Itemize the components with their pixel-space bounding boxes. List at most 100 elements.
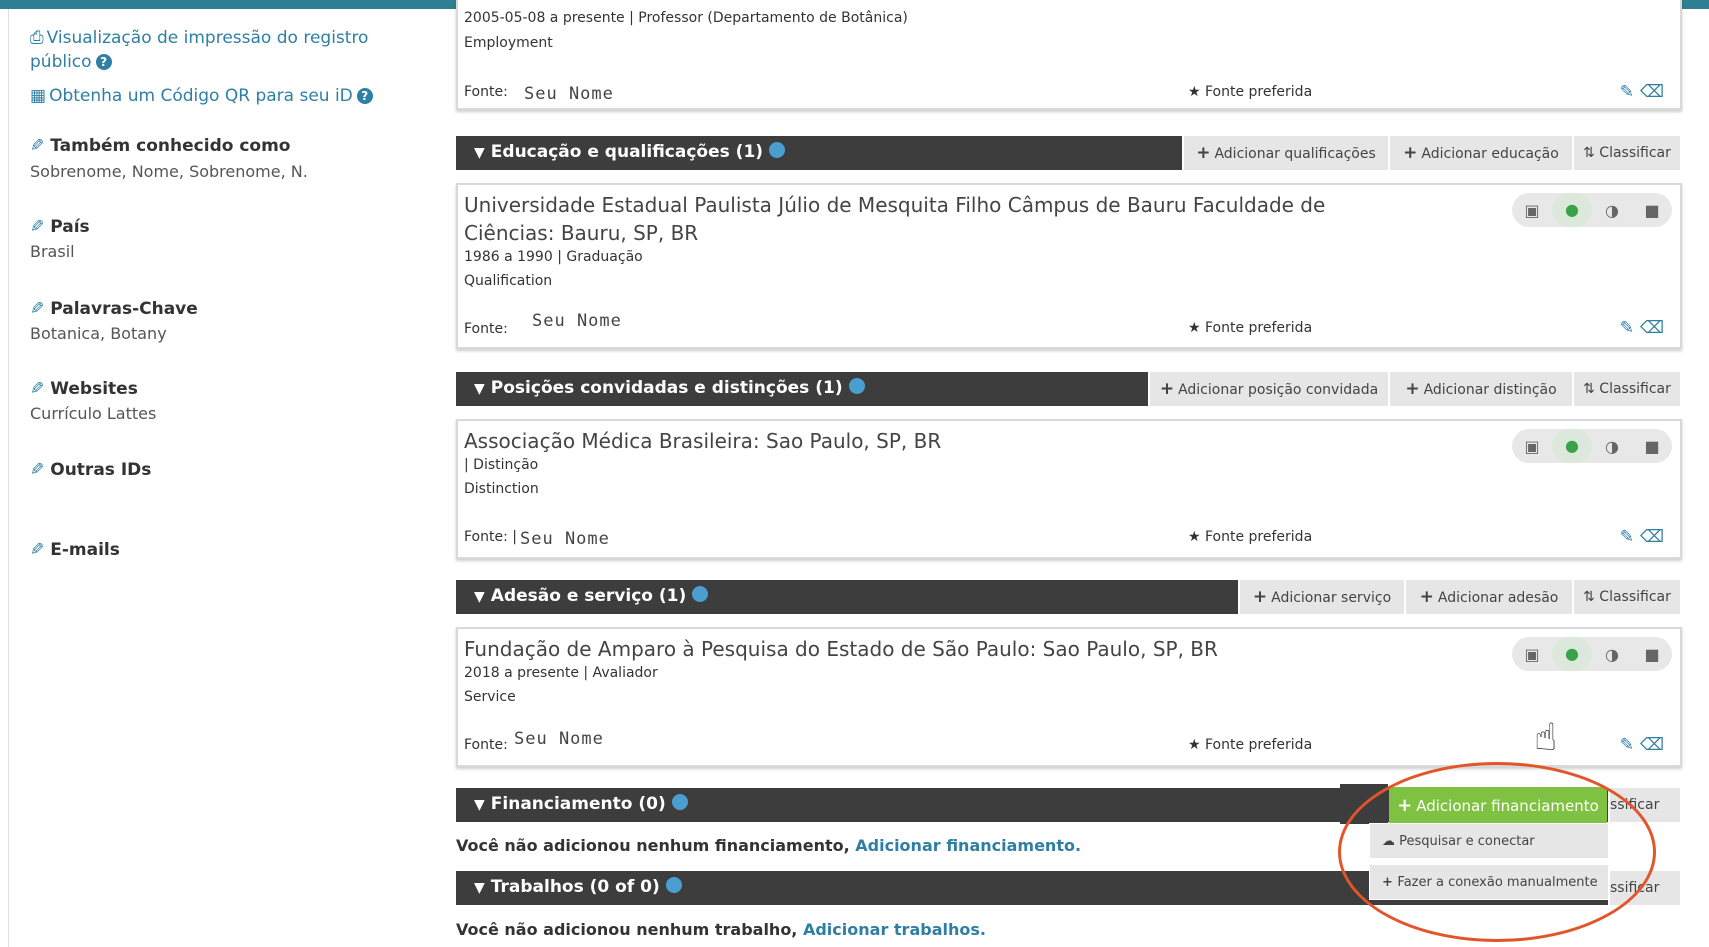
visibility-selector: ▣ ● ◑ ■ xyxy=(1512,429,1672,463)
chevron-down-icon: ▼ xyxy=(474,797,485,813)
source-name: Seu Nome xyxy=(532,311,622,331)
visibility-private-icon[interactable]: ▣ xyxy=(1512,201,1552,220)
pencil-icon[interactable]: ✎ xyxy=(30,540,44,560)
info-icon[interactable] xyxy=(848,378,865,394)
source-label: Fonte: | xyxy=(464,529,517,545)
pencil-icon[interactable]: ✎ xyxy=(1620,527,1640,547)
keywords-value: Botanica, Botany xyxy=(30,324,167,343)
pencil-icon[interactable]: ✎ xyxy=(1620,735,1640,755)
lock-icon[interactable]: ■ xyxy=(1632,437,1672,456)
visibility-private-icon[interactable]: ▣ xyxy=(1512,437,1552,456)
visibility-public-icon[interactable]: ● xyxy=(1552,429,1592,463)
lock-icon[interactable]: ■ xyxy=(1632,201,1672,220)
plus-icon: + xyxy=(1403,143,1418,163)
source-label: Fonte: xyxy=(464,737,508,753)
trash-icon[interactable]: ⌫ xyxy=(1640,318,1670,338)
membership-card-title: Fundação de Amparo à Pesquisa do Estado … xyxy=(464,637,1218,661)
visibility-public-icon[interactable]: ● xyxy=(1552,637,1592,671)
qr-code-label: Obtenha um Código QR para seu iD xyxy=(49,86,353,106)
edit-delete-controls: ✎⌫ xyxy=(1620,527,1670,547)
distinctions-section-header[interactable]: ▼ Posições convidadas e distinções (1) + A… xyxy=(456,372,1680,406)
add-works-link[interactable]: Adicionar trabalhos. xyxy=(803,920,986,939)
sort-button[interactable]: ⇅ Classificar xyxy=(1572,580,1680,614)
other-ids-title[interactable]: ✎ Outras IDs xyxy=(30,460,151,480)
help-icon[interactable]: ? xyxy=(95,54,112,70)
employment-card: 2005-05-08 a presente | Professor (Depar… xyxy=(456,0,1682,110)
membership-card-meta: 2018 a presente | Avaliador xyxy=(464,665,658,681)
visibility-private-icon[interactable]: ▣ xyxy=(1512,645,1552,664)
education-header-label[interactable]: ▼ Educação e qualificações (1) xyxy=(474,142,786,162)
pencil-icon[interactable]: ✎ xyxy=(30,217,44,237)
add-membership-button[interactable]: + Adicionar adesão xyxy=(1404,580,1572,614)
country-title[interactable]: ✎ País xyxy=(30,217,90,237)
visibility-limited-icon[interactable]: ◑ xyxy=(1592,437,1632,456)
visibility-limited-icon[interactable]: ◑ xyxy=(1592,201,1632,220)
pencil-icon[interactable]: ✎ xyxy=(1620,82,1640,102)
plus-icon: + xyxy=(1159,379,1175,399)
lock-icon[interactable]: ■ xyxy=(1632,645,1672,664)
pencil-icon[interactable]: ✎ xyxy=(1620,318,1640,338)
membership-header-label[interactable]: ▼ Adesão e serviço (1) xyxy=(474,586,709,606)
add-funding-link[interactable]: Adicionar financiamento. xyxy=(855,836,1081,855)
trash-icon[interactable]: ⌫ xyxy=(1640,527,1670,547)
plus-icon: + xyxy=(1196,143,1211,163)
emails-title[interactable]: ✎ E-mails xyxy=(30,540,120,560)
pencil-icon[interactable]: ✎ xyxy=(30,136,44,156)
distinction-card-type: Distinction xyxy=(464,481,539,497)
highlight-oval xyxy=(1338,762,1656,942)
visibility-public-icon[interactable]: ● xyxy=(1552,193,1592,227)
works-header-label[interactable]: ▼ Trabalhos (0 of 0) xyxy=(474,877,682,897)
preferred-source: ★ Fonte preferida xyxy=(1188,737,1313,753)
source-label: Fonte: xyxy=(464,84,508,100)
info-icon[interactable] xyxy=(671,794,688,810)
funding-empty-notice: Você não adicionou nenhum financiamento,… xyxy=(456,836,1082,855)
membership-card-type: Service xyxy=(464,689,516,705)
add-service-button[interactable]: + Adicionar serviço xyxy=(1238,580,1404,614)
websites-title[interactable]: ✎ Websites xyxy=(30,379,138,399)
add-qualification-button[interactable]: + Adicionar qualificações xyxy=(1182,136,1388,170)
print-view-label: Visualização de impressão do registro pú… xyxy=(30,28,369,72)
pencil-icon[interactable]: ✎ xyxy=(30,379,44,399)
aka-title[interactable]: ✎ Também conhecido como xyxy=(30,136,290,156)
chevron-down-icon: ▼ xyxy=(474,589,485,605)
pencil-icon[interactable]: ✎ xyxy=(30,299,44,319)
sort-button[interactable]: ⇅ Classificar xyxy=(1572,136,1680,170)
website-link-lattes[interactable]: Currículo Lattes xyxy=(30,404,156,423)
source-name: Seu Nome xyxy=(524,84,614,104)
works-empty-notice: Você não adicionou nenhum trabalho, Adic… xyxy=(456,920,986,939)
info-icon[interactable] xyxy=(692,586,709,602)
country-value: Brasil xyxy=(30,242,75,261)
qr-icon: ▦ xyxy=(30,86,47,106)
education-section-header[interactable]: ▼ Educação e qualificações (1) + Adicionar… xyxy=(456,136,1680,170)
membership-section-header[interactable]: ▼ Adesão e serviço (1) + Adicionar serviço… xyxy=(456,580,1680,614)
help-icon[interactable]: ? xyxy=(356,88,373,104)
visibility-selector: ▣ ● ◑ ■ xyxy=(1512,193,1672,227)
distinction-card: Associação Médica Brasileira: Sao Paulo,… xyxy=(456,419,1682,559)
qr-code-link[interactable]: ▦ Obtenha um Código QR para seu iD? xyxy=(30,84,373,108)
info-icon[interactable] xyxy=(769,142,786,158)
chevron-down-icon: ▼ xyxy=(474,381,485,397)
education-card: Universidade Estadual Paulista Júlio de … xyxy=(456,183,1682,349)
plus-icon: + xyxy=(1405,379,1420,399)
left-edge-divider xyxy=(8,9,9,947)
chevron-down-icon: ▼ xyxy=(474,880,485,896)
distinctions-header-label[interactable]: ▼ Posições convidadas e distinções (1) xyxy=(474,378,865,398)
trash-icon[interactable]: ⌫ xyxy=(1640,735,1670,755)
sort-icon: ⇅ xyxy=(1583,145,1600,161)
add-education-button[interactable]: + Adicionar educação xyxy=(1388,136,1572,170)
visibility-limited-icon[interactable]: ◑ xyxy=(1592,645,1632,664)
funding-header-label[interactable]: ▼ Financiamento (0) xyxy=(474,794,688,814)
education-card-meta: 1986 a 1990 | Graduação xyxy=(464,249,643,265)
trash-icon[interactable]: ⌫ xyxy=(1640,82,1670,102)
sort-button[interactable]: ⇅ Classificar xyxy=(1572,372,1680,406)
info-icon[interactable] xyxy=(665,877,682,893)
print-view-link[interactable]: ⎙ Visualização de impressão do registro p… xyxy=(30,26,420,74)
edit-delete-controls: ✎⌫ xyxy=(1620,318,1670,338)
employment-meta: 2005-05-08 a presente | Professor (Depar… xyxy=(464,10,908,26)
employment-type: Employment xyxy=(464,35,553,51)
add-distinction-button[interactable]: + Adicionar distinção xyxy=(1388,372,1572,406)
add-invited-position-button[interactable]: + Adicionar posição convidada xyxy=(1148,372,1388,406)
keywords-title[interactable]: ✎ Palavras-Chave xyxy=(30,299,198,319)
pencil-icon[interactable]: ✎ xyxy=(30,460,44,480)
distinction-card-title: Associação Médica Brasileira: Sao Paulo,… xyxy=(464,429,942,453)
